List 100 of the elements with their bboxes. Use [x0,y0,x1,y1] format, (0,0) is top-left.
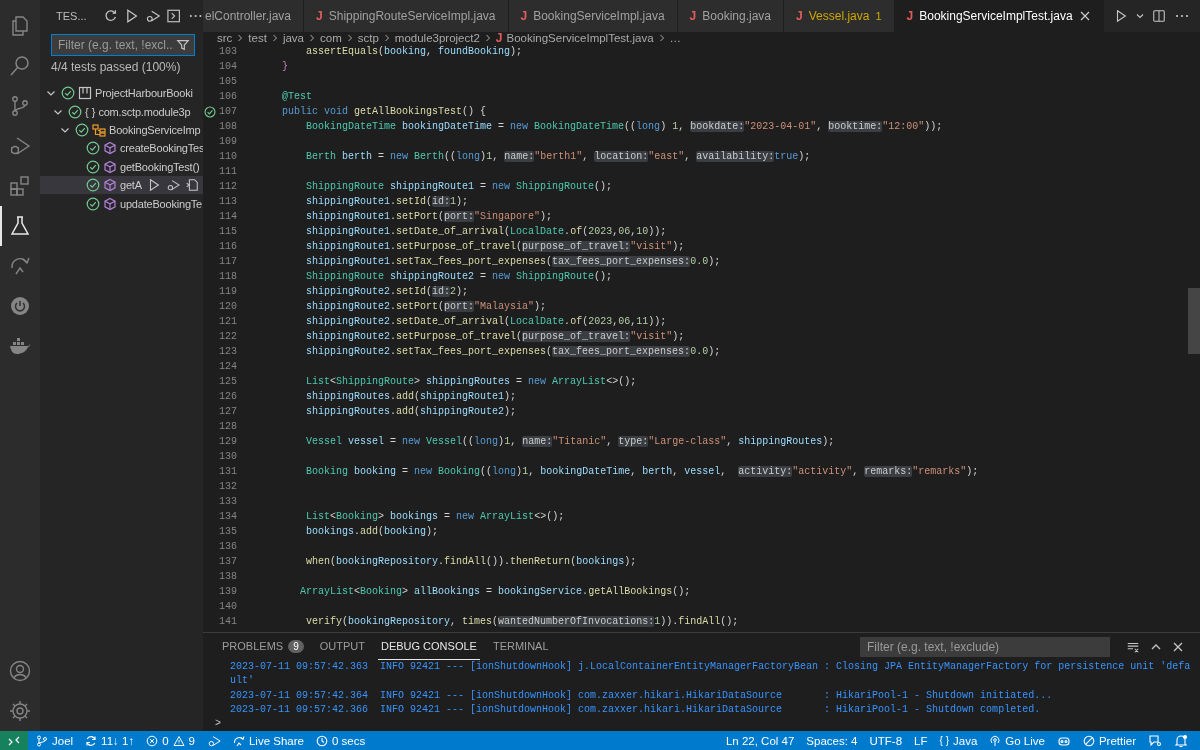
chevron-icon [270,34,279,42]
java-file-icon: J [906,9,914,23]
branch-button[interactable]: Joel [36,734,74,747]
feedback-icon[interactable] [1148,733,1162,748]
filter-field[interactable]: Filter (e.g. text, !excl... [51,34,195,56]
live-share-button[interactable]: Live Share [232,734,304,747]
run-icon[interactable] [1114,9,1128,23]
java-file-icon: J [495,32,503,44]
debug-run-icon[interactable] [165,178,180,193]
breadcrumb-item[interactable]: test [248,32,267,44]
breadcrumb-item[interactable]: BookingServiceImplTest.java [506,32,654,44]
editor-tab[interactable]: J BookingServiceImpl.java [508,0,678,32]
test-item-label[interactable]: getA [120,179,142,192]
panel-tab[interactable]: OUTPUT [316,633,368,661]
code-line: shippingRoutes.add(shippingRoute2); [305,406,517,417]
code-line: shippingRoute2.setPort(port:"Malaysia"); [305,301,547,312]
line-number: 131 [218,466,237,477]
panel-tab[interactable]: DEBUG CONSOLE [377,633,480,661]
line-number: 140 [218,601,237,612]
notification-bell-icon[interactable] [1174,733,1188,748]
problems-button[interactable]: 0 9 [146,734,195,747]
breadcrumb-item[interactable]: sctp [357,32,379,44]
test-item-label[interactable]: getBookingTest() [120,160,200,173]
formatter-button[interactable]: Prettier [1082,734,1136,747]
code-line: Vessel vessel = new Vessel((long)1, name:"Titanic", type:"Large-class", shippingRoutes); [305,436,835,447]
line-number: 111 [218,166,237,177]
scrollbar-thumb[interactable] [1188,288,1200,354]
encoding-setting[interactable]: UTF-8 [869,734,903,747]
panel-tab[interactable]: TERMINAL [489,633,552,661]
debug-run-icon[interactable] [145,8,161,24]
test-item-label[interactable]: createBookingTes [120,142,203,155]
java-file-icon: J [520,9,528,23]
debug-run-icon[interactable] [206,733,221,748]
code-line: shippingRoute1.setId(id:1); [305,196,469,207]
java-file-icon: J [796,9,803,23]
terminal-icon[interactable] [166,8,182,24]
editor-tab[interactable]: J BookingServiceImplTest.java [894,0,1104,32]
split-editor-icon[interactable] [1152,9,1166,23]
share-arrow-icon [232,734,245,747]
warning-count: 1 [875,10,882,22]
chevron-icon [308,34,316,42]
tree-item-highlight[interactable]: getA [40,175,203,195]
editor-tab[interactable]: J Booking.java [677,0,784,32]
indentation-setting[interactable]: Spaces: 4 [806,734,858,747]
settings-icon[interactable] [8,699,32,723]
go-live-button[interactable]: Go Live [989,734,1045,747]
editor-tab[interactable]: elController.java [203,0,305,32]
power-icon[interactable] [8,294,32,318]
editor-tab[interactable]: J Vessel.java 1 [784,0,895,32]
code-line: ArrayList<Booking> allBookings = bookingService.getAllBookings(); [299,586,691,597]
tab-label: BookingServiceImpl.java [533,9,665,23]
breadcrumb-item[interactable]: java [282,32,304,44]
extensions-icon[interactable] [8,174,32,198]
line-ending-setting[interactable]: LF [914,734,928,747]
filter-field[interactable]: Filter (e.g. text, !exclude) [860,636,1110,657]
breadcrumb-item[interactable]: module3project2 [394,32,480,44]
code-line: shippingRoutes.add(shippingRoute1); [305,391,517,402]
flask-icon[interactable] [8,214,32,238]
test-item-label[interactable]: updateBookingTe [120,197,202,210]
chevron-icon [382,34,391,42]
line-number: 103 [218,46,237,57]
line-number: 120 [218,301,237,312]
cursor-position[interactable]: Ln 22, Col 47 [725,734,795,747]
panel-tab[interactable]: PROBLEMS 9 [219,633,307,661]
breadcrumb-item[interactable]: com [320,32,342,44]
test-item-label[interactable]: ProjectHarbourBooki [95,87,193,100]
line-number: 112 [218,181,237,192]
filter-icon[interactable] [176,38,190,52]
line-number: 117 [218,256,237,267]
test-item-label[interactable]: com.sctp.module3p [98,105,191,118]
breadcrumb-item[interactable]: src [217,32,233,44]
account-icon[interactable] [8,659,32,683]
code-line: shippingRoute1.setPurpose_of_travel(purpose_of_travel:"visit"); [305,241,685,252]
language-mode-button[interactable]: { } Java [939,734,978,747]
tab-label: Booking.java [702,9,771,23]
tab-label: Vessel.java [808,9,870,23]
line-number: 106 [218,91,237,102]
breadcrumb-item[interactable]: … [669,32,682,44]
code-line: @Test [281,91,312,102]
editor-tab[interactable]: J ShippingRouteServiceImpl.java [304,0,509,32]
open-file-icon[interactable] [184,178,199,193]
line-number: 127 [218,406,237,417]
line-number: 132 [218,481,237,492]
java-file-icon: J [689,9,697,23]
panel-title: TES... [56,10,87,22]
close-icon[interactable] [1172,640,1184,653]
console-line: 2023-07-11 09:57:42.363 INFO 92421 --- [ionShutdownHook] j.LocalContainerEntityManagerFactoryBean : Closing JPA EntityManagerFactory for persistence unit 'defa [230,660,1192,675]
close-icon[interactable] [1078,10,1091,22]
status-check-icon[interactable] [204,105,216,118]
timer-button[interactable]: 0 secs [315,734,366,747]
line-number: 134 [218,511,237,522]
line-number: 119 [218,286,237,297]
chevron-icon [657,34,666,42]
test-item-label[interactable]: BookingServiceImp [109,123,201,136]
console-prompt[interactable]: > [215,717,225,731]
search-icon[interactable] [8,54,32,78]
code-line: verify(bookingRepository, times(wantedNumberOfInvocations:1)).findAll(); [305,616,739,627]
remote-button[interactable] [0,731,28,750]
sync-button[interactable]: 11↓ 1↑ [85,734,135,747]
caret-icon[interactable] [1136,12,1144,20]
